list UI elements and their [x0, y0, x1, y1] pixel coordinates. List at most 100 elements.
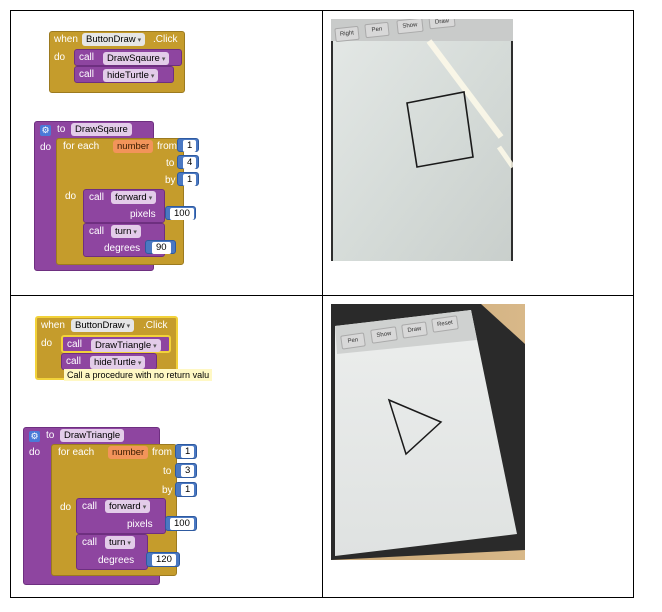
degrees-number-block[interactable]: 120: [146, 552, 180, 567]
component-dropdown[interactable]: ButtonDraw ▾: [82, 33, 146, 46]
procedure-name: forward: [115, 192, 147, 203]
from-label: from: [152, 447, 172, 458]
do-label: do: [41, 338, 53, 349]
triangle-code-cell: when ButtonDraw ▾ .Click do call DrawTria…: [11, 296, 322, 598]
phone-button-right: Right: [334, 25, 360, 43]
call-drawsquare-block[interactable]: call DrawSqaure ▾: [74, 49, 182, 66]
chevron-down-icon: ▾: [137, 37, 142, 44]
by-label: by: [165, 175, 176, 186]
from-number-block[interactable]: 1: [177, 138, 199, 152]
by-label: by: [162, 485, 173, 496]
from-number-block[interactable]: 1: [175, 444, 197, 459]
procedure-dropdown[interactable]: DrawSqaure ▾: [103, 52, 170, 65]
to-number-block[interactable]: 4: [177, 155, 199, 169]
procedure-dropdown[interactable]: hideTurtle ▾: [90, 356, 146, 369]
call-label: call: [89, 226, 105, 237]
chevron-down-icon: ▾: [126, 323, 131, 330]
call-label: call: [82, 537, 98, 548]
for-each-label: for each: [63, 141, 100, 152]
by-number-block[interactable]: 1: [177, 172, 199, 186]
from-value[interactable]: 1: [183, 140, 197, 152]
chevron-down-icon: ▾: [133, 229, 137, 236]
call-forward-block[interactable]: call forward ▾ pixels: [76, 498, 166, 534]
chevron-down-icon: ▾: [142, 504, 147, 511]
chevron-down-icon: ▾: [127, 540, 131, 547]
call-drawtriangle-block[interactable]: call DrawTriangle ▾: [61, 335, 171, 353]
component-name: ButtonDraw: [75, 320, 125, 331]
component-dropdown[interactable]: ButtonDraw ▾: [71, 319, 135, 332]
procedure-dropdown[interactable]: hideTurtle ▾: [103, 69, 159, 82]
call-forward-block[interactable]: call forward ▾ pixels: [83, 189, 165, 223]
pixels-number-block[interactable]: 100: [165, 206, 196, 220]
degrees-label: degrees: [104, 243, 141, 254]
do-label: do: [54, 52, 66, 63]
from-label: from: [157, 141, 177, 152]
chevron-down-icon: ▾: [150, 73, 155, 80]
procedure-name-field[interactable]: DrawSqaure: [71, 123, 132, 136]
when-label: when: [41, 320, 65, 331]
loop-variable-field[interactable]: number: [113, 140, 154, 153]
square-code-cell: when ButtonDraw ▾ .Click do call DrawSqau…: [11, 11, 322, 295]
call-hideturtle-block[interactable]: call hideTurtle ▾: [61, 353, 157, 370]
event-name: .Click: [153, 34, 178, 45]
procedure-name-field[interactable]: DrawTriangle: [60, 429, 125, 442]
degrees-value[interactable]: 120: [152, 554, 176, 566]
call-label: call: [66, 356, 82, 367]
pixels-number-block[interactable]: 100: [165, 516, 197, 531]
procedure-dropdown[interactable]: turn ▾: [111, 225, 141, 238]
to-label: to: [46, 430, 55, 441]
by-value[interactable]: 1: [181, 484, 195, 496]
procedure-dropdown[interactable]: DrawTriangle ▾: [91, 339, 161, 352]
component-name: ButtonDraw: [86, 34, 136, 45]
gear-icon[interactable]: ⚙: [40, 125, 51, 136]
phone-button-show: Show: [396, 19, 424, 35]
procedure-name: DrawSqaure: [107, 53, 160, 64]
procedure-name: hideTurtle: [107, 70, 149, 81]
to-value[interactable]: 4: [183, 157, 197, 169]
chevron-down-icon: ▾: [161, 56, 166, 63]
procedure-dropdown[interactable]: turn ▾: [105, 536, 135, 549]
call-label: call: [82, 501, 98, 512]
procedure-name: turn: [109, 537, 126, 548]
call-hideturtle-block[interactable]: call hideTurtle ▾: [74, 66, 174, 83]
degrees-number-block[interactable]: 90: [145, 240, 176, 254]
triangle-result-photo: Pen Show Draw Reset: [331, 304, 525, 560]
phone-screen-square: [331, 19, 513, 261]
call-label: call: [79, 69, 95, 80]
pixels-value[interactable]: 100: [170, 518, 194, 530]
from-value[interactable]: 1: [181, 446, 195, 458]
by-number-block[interactable]: 1: [175, 482, 197, 497]
chevron-down-icon: ▾: [148, 195, 153, 202]
degrees-label: degrees: [98, 555, 135, 566]
event-name: .Click: [143, 320, 168, 331]
procedure-name: turn: [115, 226, 132, 237]
comparison-table: when ButtonDraw ▾ .Click do call DrawSqau…: [10, 10, 634, 598]
pixels-value[interactable]: 100: [170, 208, 194, 220]
table-divider-vertical: [322, 11, 323, 597]
square-result-photo: Right Pen Show Draw: [331, 19, 513, 261]
to-label: to: [166, 158, 175, 169]
gear-icon[interactable]: ⚙: [29, 431, 40, 442]
when-label: when: [54, 34, 78, 45]
when-buttondraw-click-block[interactable]: when ButtonDraw ▾ .Click do call DrawSqau…: [49, 31, 185, 93]
to-label: to: [57, 124, 66, 135]
to-value[interactable]: 3: [181, 465, 195, 477]
procedure-name: forward: [109, 501, 141, 512]
call-label: call: [89, 192, 105, 203]
do-label: do: [29, 447, 41, 458]
loop-do-label: do: [60, 502, 72, 513]
call-label: call: [79, 52, 95, 63]
degrees-value[interactable]: 90: [152, 242, 171, 254]
pixels-label: pixels: [130, 209, 156, 220]
by-value[interactable]: 1: [183, 174, 197, 186]
do-label: do: [40, 142, 52, 153]
for-each-label: for each: [58, 447, 95, 458]
procedure-dropdown[interactable]: forward ▾: [105, 500, 151, 513]
chevron-down-icon: ▾: [153, 343, 157, 350]
call-turn-block[interactable]: call turn ▾ degrees: [76, 534, 148, 570]
loop-variable-field[interactable]: number: [108, 446, 149, 459]
procedure-dropdown[interactable]: forward ▾: [111, 191, 157, 204]
to-number-block[interactable]: 3: [175, 463, 197, 478]
to-label: to: [163, 466, 172, 477]
procedure-name: hideTurtle: [94, 357, 136, 368]
